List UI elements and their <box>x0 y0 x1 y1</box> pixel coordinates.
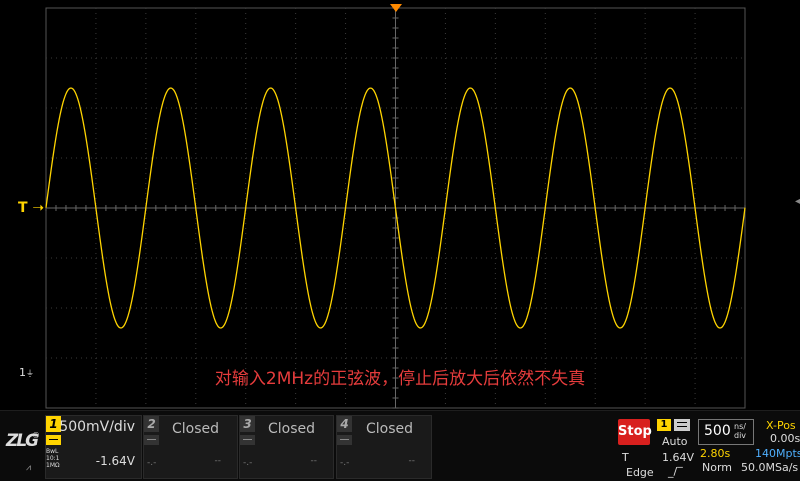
brand-logo: ZLG ® ⩘ <box>6 431 40 473</box>
timebase-panel[interactable]: 500 ns/div <box>698 419 754 445</box>
channel-4-status: Closed <box>365 421 413 437</box>
channel-4-right-value: -- <box>408 456 416 466</box>
channel-2-panel[interactable]: 2 Closed -.- -- <box>143 415 238 479</box>
channel-1-scale: 500mV/div <box>59 419 135 435</box>
status-bar: ZLG ® ⩘ 1 BwL 10:1 1MΩ 500mV/div -1.64V 2 … <box>0 410 800 481</box>
caption-text: 对输入2MHz的正弦波，停止后放大后依然不失真 <box>214 369 586 389</box>
scroll-right-icon[interactable]: ◂ <box>795 196 800 207</box>
channel-4-panel[interactable]: 4 Closed -.- -- <box>336 415 432 479</box>
channel-3-coupling-icon <box>240 435 255 445</box>
channel-3-number: 3 <box>240 416 255 432</box>
wave-icon: ⩘ <box>26 463 32 473</box>
channel-4-coupling-icon <box>337 435 352 445</box>
trigger-position-marker[interactable] <box>390 4 402 12</box>
acquisition-time: 2.80s <box>700 447 731 460</box>
channel-1-info: BwL 10:1 1MΩ <box>46 448 60 469</box>
channel-3-panel[interactable]: 3 Closed -.- -- <box>239 415 334 479</box>
trigger-panel[interactable]: 1 Auto T 1.64V Edge _/‾ <box>622 415 696 479</box>
channel-3-status: Closed <box>267 421 315 437</box>
channel-2-coupling-icon <box>144 435 159 445</box>
rising-edge-icon: _/‾ <box>668 465 683 478</box>
trigger-mode: Auto <box>662 435 688 448</box>
channel-3-right-value: -- <box>310 456 318 466</box>
trigger-label: T <box>622 451 629 464</box>
channel-2-number: 2 <box>144 416 159 432</box>
trigger-level: 1.64V <box>662 451 695 464</box>
run-stop-button[interactable]: Stop <box>618 419 652 445</box>
trigger-source[interactable]: 1 <box>657 419 671 431</box>
channel-1-offset: -1.64V <box>95 454 135 468</box>
timebase-value: 500 <box>704 423 731 439</box>
channel-4-number: 4 <box>337 416 352 432</box>
trigger-level-marker[interactable]: T ➝ <box>18 200 44 216</box>
channel-3-left-value: -.- <box>243 458 253 468</box>
channel-1-coupling-icon <box>46 435 61 445</box>
timebase-unit: ns/div <box>734 422 747 440</box>
sample-rate: 50.0MSa/s <box>741 461 799 474</box>
waveform-graticule <box>45 7 746 409</box>
channel-2-status: Closed <box>171 421 219 437</box>
waveform-display[interactable]: T ➝ 1⏚ ◂ 对输入2MHz的正弦波，停止后放大后依然不失真 <box>0 0 800 410</box>
channel-2-left-value: -.- <box>147 458 157 468</box>
channel-1-panel[interactable]: 1 BwL 10:1 1MΩ 500mV/div -1.64V <box>45 415 142 479</box>
trigger-menu-icon[interactable] <box>674 419 690 431</box>
xpos-label: X-Pos <box>766 419 796 432</box>
acquisition-mode: Norm <box>702 461 733 474</box>
channel-2-right-value: -- <box>214 456 222 466</box>
memory-depth: 140Mpts <box>755 447 800 460</box>
xpos-value: 0.00s <box>770 432 800 445</box>
channel-4-left-value: -.- <box>340 458 350 468</box>
trigger-type: Edge <box>626 466 654 479</box>
